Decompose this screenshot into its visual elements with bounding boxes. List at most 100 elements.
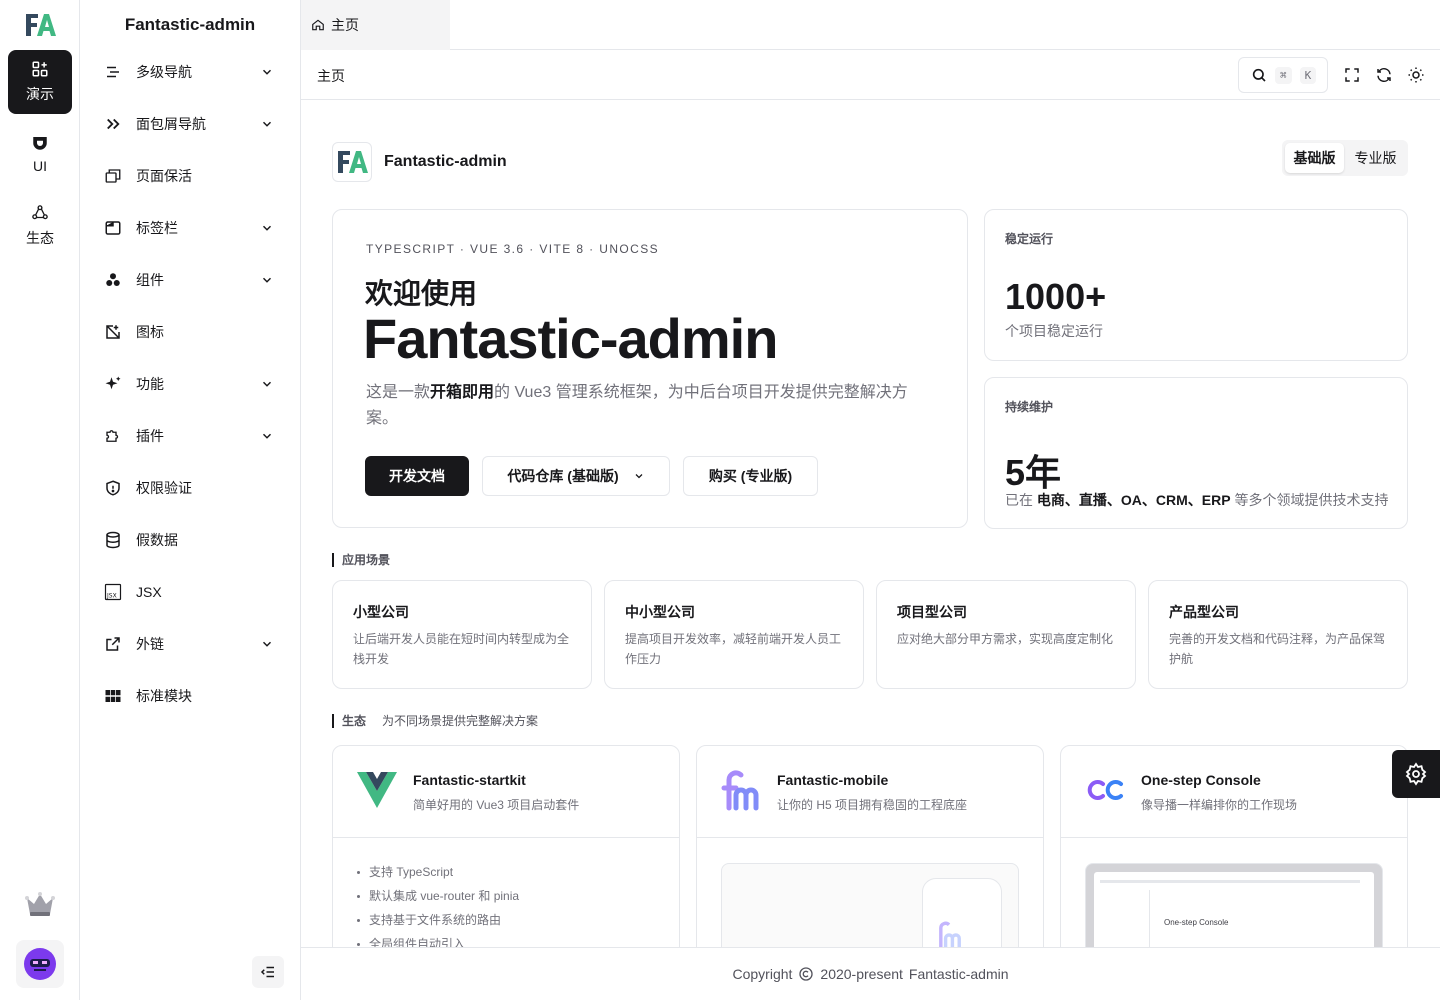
stat-card-stability: 稳定运行 1000+ 个项目稳定运行	[984, 209, 1408, 361]
tech-stack-tags: TYPESCRIPT · VUE 3.6 · VITE 8 · UNOCSS	[366, 242, 660, 256]
app-logo-icon	[338, 151, 368, 173]
sidebar-item-label: 标签栏	[136, 220, 178, 236]
scenario-title: 项目型公司	[897, 604, 967, 620]
sidebar-title: Fantastic-admin	[124, 15, 256, 34]
main-area: 主页 主页 ⌘ K Fantastic-admin 基础版 专业版 TYPESC…	[301, 0, 1440, 1000]
tab-label: 主页	[331, 17, 359, 33]
repo-dropdown-button[interactable]: 代码仓库 (基础版)	[482, 456, 670, 496]
scenario-card: 产品型公司 完善的开发文档和代码注释，为产品保驾护航	[1148, 580, 1408, 689]
heading-bar	[332, 552, 334, 567]
sidebar-item-mock-data[interactable]: 假数据	[92, 514, 288, 566]
sparkles-icon	[104, 375, 122, 393]
search-icon	[1252, 68, 1266, 82]
chevron-down-icon	[262, 69, 272, 75]
scenario-card: 中小型公司 提高项目开发效率，减轻前端开发人员工作压力	[604, 580, 864, 689]
rail-item-demo[interactable]: 演示	[8, 50, 72, 114]
crown-icon[interactable]	[24, 888, 56, 920]
eco-card-startkit[interactable]: Fantastic-startkit 简单好用的 Vue3 项目启动套件 支持 …	[332, 745, 680, 947]
copyright-icon	[799, 967, 814, 981]
scenario-title: 小型公司	[353, 604, 409, 620]
sidebar-item-label: 多级导航	[136, 64, 192, 80]
image-icon	[104, 323, 122, 341]
edition-basic-option[interactable]: 基础版	[1285, 143, 1344, 173]
page-content: Fantastic-admin 基础版 专业版 TYPESCRIPT · VUE…	[301, 100, 1440, 947]
eco-title: One-step Console	[1141, 772, 1261, 788]
sidebar-item-label: 页面保活	[136, 168, 192, 184]
sidebar-item-features[interactable]: 功能	[92, 358, 288, 410]
user-avatar-button[interactable]	[16, 940, 64, 988]
toolbar: 主页 ⌘ K	[301, 50, 1440, 100]
breadcrumb[interactable]: 主页	[317, 66, 345, 86]
edition-pro-option[interactable]: 专业版	[1346, 143, 1405, 173]
sidebar-item-multilevel-nav[interactable]: 多级导航	[92, 46, 288, 98]
scenario-title: 产品型公司	[1169, 604, 1239, 620]
fullscreen-icon[interactable]	[1343, 66, 1361, 84]
eco-desc: 让你的 H5 项目拥有稳固的工程底座	[777, 798, 968, 812]
hero-card: TYPESCRIPT · VUE 3.6 · VITE 8 · UNOCSS 欢…	[332, 209, 968, 528]
eco-card-onestep[interactable]: One-step Console 像导播一样编排你的工作现场 One-step …	[1060, 745, 1408, 947]
console-preview-image: One-step Console	[1085, 863, 1383, 947]
footer: Copyright 2020-present Fantastic-admin	[301, 947, 1440, 1000]
sidebar-item-label: 面包屑导航	[136, 116, 206, 132]
scenario-desc: 提高项目开发效率，减轻前端开发人员工作压力	[625, 632, 842, 666]
sidebar-item-components[interactable]: 组件	[92, 254, 288, 306]
main-nav-rail: 演示 UI 生态	[0, 0, 80, 1000]
sidebar-item-icons[interactable]: 图标	[92, 306, 288, 358]
eco-title: Fantastic-mobile	[777, 772, 889, 788]
rail-item-ui[interactable]: UI	[8, 122, 72, 186]
sidebar-item-label: 外链	[136, 636, 164, 652]
eco-title: Fantastic-startkit	[413, 772, 526, 788]
sidebar-item-label: 功能	[136, 376, 164, 392]
buy-button[interactable]: 购买 (专业版)	[683, 456, 818, 496]
scenarios-heading: 应用场景	[332, 551, 390, 568]
footer-name[interactable]: Fantastic-admin	[909, 966, 1009, 982]
chevron-down-icon	[262, 641, 272, 647]
eco-card-mobile[interactable]: Fantastic-mobile 让你的 H5 项目拥有稳固的工程底座	[696, 745, 1044, 947]
search-button[interactable]: ⌘ K	[1238, 57, 1328, 93]
sidebar-item-label: 组件	[136, 272, 164, 288]
refresh-icon[interactable]	[1375, 66, 1393, 84]
fm-logo-icon	[721, 770, 759, 811]
docs-button[interactable]: 开发文档	[365, 456, 469, 496]
sidebar-item-jsx[interactable]: JSX JSX	[92, 566, 288, 618]
eco-card-header: Fantastic-startkit 简单好用的 Vue3 项目启动套件	[333, 746, 679, 838]
shortcut-key: K	[1299, 66, 1317, 84]
list-item: 全局组件自动引入	[357, 932, 519, 947]
stat-sub: 已在 电商、直播、OA、CRM、ERP 等多个领域提供技术支持	[1005, 492, 1389, 508]
ecosystem-subtitle: 为不同场景提供完整解决方案	[382, 714, 539, 728]
sidebar-item-label: 假数据	[136, 532, 178, 548]
sidebar-item-standard-module[interactable]: 标准模块	[92, 670, 288, 722]
scenario-desc: 应对绝大部分甲方需求，实现高度定制化	[897, 632, 1114, 646]
cup-icon	[33, 137, 47, 150]
chevron-down-icon	[635, 474, 643, 479]
sidebar-item-plugins[interactable]: 插件	[92, 410, 288, 462]
jsx-icon: JSX	[104, 583, 122, 601]
shield-icon	[104, 479, 122, 497]
sidebar-item-external-link[interactable]: 外链	[92, 618, 288, 670]
stat-card-maintenance: 持续维护 5年 已在 电商、直播、OA、CRM、ERP 等多个领域提供技术支持	[984, 377, 1408, 529]
scenarios-title: 应用场景	[342, 553, 391, 567]
sidebar-item-keep-alive[interactable]: 页面保活	[92, 150, 288, 202]
repo-button-label: 代码仓库 (基础版)	[507, 468, 619, 484]
sidebar-item-permission[interactable]: 权限验证	[92, 462, 288, 514]
settings-button[interactable]	[1392, 750, 1440, 798]
scenario-desc: 让后端开发人员能在短时间内转型成为全栈开发	[353, 632, 570, 666]
puzzle-icon	[104, 427, 122, 445]
sidebar-item-tabbar[interactable]: 标签栏	[92, 202, 288, 254]
stat-value: 1000+	[1005, 276, 1107, 317]
components-icon	[104, 271, 122, 289]
footer-years: 2020-present	[820, 966, 903, 982]
app-logo-icon[interactable]	[24, 12, 56, 38]
collapse-sidebar-button[interactable]	[252, 956, 284, 988]
sidebar-item-breadcrumb-nav[interactable]: 面包屑导航	[92, 98, 288, 150]
scenario-card: 项目型公司 应对绝大部分甲方需求，实现高度定制化	[876, 580, 1136, 689]
sun-icon[interactable]	[1407, 66, 1425, 84]
edition-switch: 基础版 专业版	[1282, 140, 1408, 176]
chevron-down-icon	[262, 433, 272, 439]
rail-item-ecosystem[interactable]: 生态	[8, 194, 72, 258]
vue-logo-icon	[357, 772, 397, 808]
gear-icon	[1405, 762, 1427, 786]
tab-home[interactable]: 主页	[301, 0, 450, 50]
ecosystem-title: 生态	[342, 714, 367, 728]
sidebar-menu: 多级导航 面包屑导航 页面保活 标签栏 组件 图标 功能 插件 权限验证 假数据…	[92, 46, 288, 722]
